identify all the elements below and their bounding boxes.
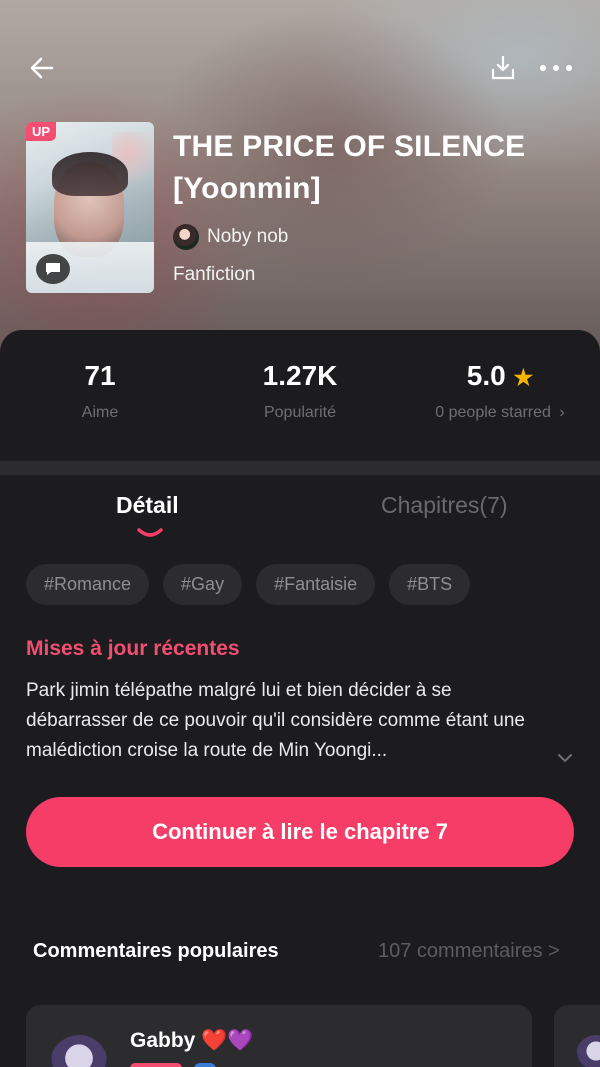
chevron-right-icon: › xyxy=(559,404,565,421)
rating-stat[interactable]: 5.0 ★ 0 people starred › xyxy=(410,360,590,422)
more-options-button[interactable] xyxy=(534,50,578,86)
popular-comments-heading: Commentaires populaires xyxy=(33,940,279,962)
commenter-level-badge xyxy=(130,1063,182,1067)
arrow-left-icon xyxy=(30,57,54,79)
author-row[interactable]: Noby nob xyxy=(173,224,288,250)
tag-chip[interactable]: #BTS xyxy=(389,564,471,605)
download-button[interactable] xyxy=(484,50,522,86)
author-name: Noby nob xyxy=(207,226,289,247)
book-title: THE PRICE OF SILENCE [Yoonmin] xyxy=(173,130,526,205)
popularity-value: 1.27K xyxy=(262,360,338,391)
popularity-stat: 1.27K Popularité xyxy=(220,360,380,422)
rating-value: 5.0 xyxy=(466,360,506,391)
commenter-avatar[interactable] xyxy=(50,1035,108,1067)
commenter-verified-badge xyxy=(194,1063,216,1067)
tag-list: #Romance #Gay #Fantaisie #BTS xyxy=(26,564,471,605)
chat-bubble-icon xyxy=(36,254,70,284)
section-divider xyxy=(0,461,600,475)
continue-reading-button[interactable]: Continuer à lire le chapitre 7 xyxy=(26,797,574,867)
chevron-down-icon[interactable] xyxy=(555,748,575,768)
book-category: Fanfiction xyxy=(173,264,256,285)
tag-chip[interactable]: #Gay xyxy=(163,564,243,605)
recent-updates-heading: Mises à jour récentes xyxy=(26,637,240,660)
comment-card[interactable] xyxy=(554,1005,600,1067)
active-tab-indicator xyxy=(137,528,163,537)
back-button[interactable] xyxy=(22,48,62,88)
more-horizontal-icon xyxy=(540,65,572,71)
download-icon xyxy=(491,55,515,80)
rating-label: 0 people starred xyxy=(435,404,551,421)
update-badge: UP xyxy=(26,122,57,141)
likes-stat: 71 Aime xyxy=(40,360,160,422)
commenter-name: Gabby ❤️💜 xyxy=(130,1029,254,1052)
stats-row: 71 Aime 1.27K Popularité 5.0 ★ 0 people … xyxy=(0,330,600,460)
popularity-label: Popularité xyxy=(263,404,337,421)
tab-chapters[interactable]: Chapitres(7) xyxy=(381,492,508,519)
comments-count-link[interactable]: 107 commentaires > xyxy=(378,940,560,963)
likes-label: Aime xyxy=(81,404,119,421)
likes-value: 71 xyxy=(84,360,116,391)
commenter-avatar[interactable] xyxy=(576,1035,600,1067)
comment-card[interactable]: Gabby ❤️💜 xyxy=(26,1005,532,1067)
tab-detail[interactable]: Détail xyxy=(116,492,179,519)
tag-chip[interactable]: #Fantaisie xyxy=(256,564,376,605)
synopsis-text: Park jimin télépathe malgré lui et bien … xyxy=(26,680,525,761)
tag-chip[interactable]: #Romance xyxy=(26,564,150,605)
author-avatar xyxy=(173,224,199,250)
star-icon: ★ xyxy=(513,365,534,390)
